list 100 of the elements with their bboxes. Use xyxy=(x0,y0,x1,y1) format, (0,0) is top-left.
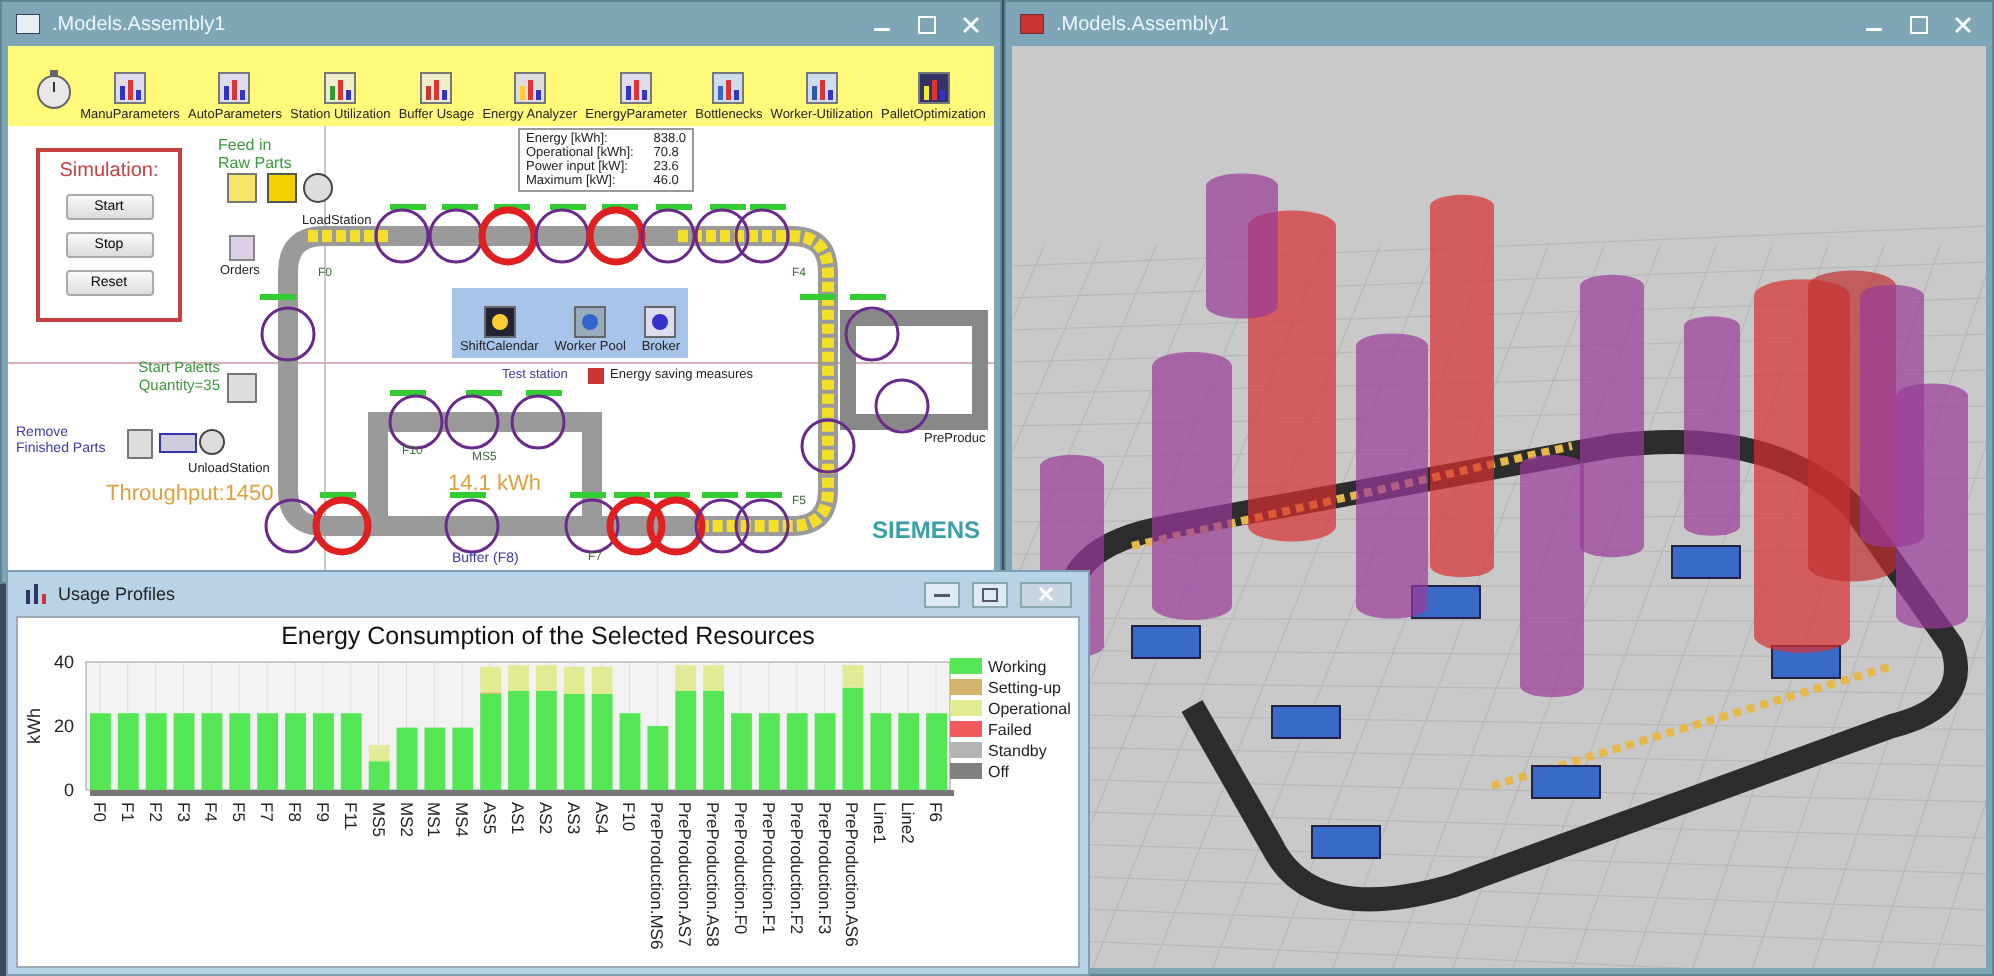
window-title: Usage Profiles xyxy=(58,584,178,604)
chart-bar xyxy=(758,713,780,790)
station-marker[interactable] xyxy=(444,394,500,450)
chart-bar xyxy=(90,713,111,790)
feed-label: Feed in Raw Parts xyxy=(218,136,294,173)
close-icon xyxy=(961,15,979,33)
station-marker[interactable] xyxy=(510,394,566,450)
chart-bar xyxy=(424,727,446,790)
minimize-icon xyxy=(934,590,950,598)
chart-bar xyxy=(647,726,669,790)
x-tick-label: F4 xyxy=(201,802,222,822)
chart-bar xyxy=(285,713,306,790)
station-marker[interactable] xyxy=(734,498,790,554)
station-marker[interactable] xyxy=(388,394,444,450)
station-marker[interactable] xyxy=(800,418,856,474)
station-marker[interactable] xyxy=(694,498,750,554)
chart-bar xyxy=(229,713,251,790)
legend-label: Off xyxy=(988,763,1010,781)
chart-bar xyxy=(340,713,362,790)
station-marker[interactable] xyxy=(640,208,696,264)
chart-bar xyxy=(731,713,752,790)
x-tick-label: F0 xyxy=(89,802,110,822)
x-tick-label: PreProduction.MS6 xyxy=(647,802,668,950)
maximize-icon xyxy=(982,587,998,601)
station-marker[interactable] xyxy=(478,206,538,266)
x-tick-label: AS5 xyxy=(480,802,501,835)
bar-chart-icon xyxy=(420,72,453,104)
chart-title: Energy Consumption of the Selected Resources xyxy=(281,620,815,650)
chart-bar xyxy=(145,713,167,790)
energy-total-value: 14.1 kWh xyxy=(448,472,541,498)
close-icon xyxy=(1038,586,1054,602)
x-tick-label: Line1 xyxy=(870,802,891,844)
simulation-title: Simulation: xyxy=(59,160,159,182)
chart-bar xyxy=(619,713,641,790)
station-marker[interactable] xyxy=(312,496,372,556)
chart-icon xyxy=(24,584,46,604)
chart-bar xyxy=(786,713,808,790)
legend-label: Standby xyxy=(988,742,1047,760)
bar-chart-icon xyxy=(324,72,357,104)
station-marker[interactable] xyxy=(646,496,706,556)
x-tick-label: PreProduction.F2 xyxy=(786,802,807,935)
maximize-button[interactable] xyxy=(972,581,1008,607)
x-tick-label: PreProduction.F3 xyxy=(814,802,835,935)
bar-chart-icon xyxy=(712,72,745,104)
x-tick-label: F5 xyxy=(229,802,250,822)
station-marker[interactable] xyxy=(874,378,930,434)
x-tick-label: PreProduction.AS8 xyxy=(703,802,724,947)
station-marker[interactable] xyxy=(844,306,900,362)
maximize-icon xyxy=(917,15,935,33)
window-app-icon xyxy=(16,14,40,34)
station-marker[interactable] xyxy=(428,208,484,264)
x-tick-label: PreProduction.AS6 xyxy=(842,802,863,947)
x-tick-label: PreProduction.F0 xyxy=(730,802,751,935)
station-marker[interactable] xyxy=(534,208,590,264)
station-marker[interactable] xyxy=(694,208,750,264)
station-marker[interactable] xyxy=(444,498,500,554)
chart-bar xyxy=(926,713,947,790)
chart-bar xyxy=(257,713,279,790)
x-tick-label: F7 xyxy=(257,802,278,822)
x-tick-label: F8 xyxy=(285,802,306,822)
stopwatch-icon[interactable] xyxy=(36,70,72,110)
x-tick-label: AS3 xyxy=(563,802,584,835)
x-tick-label: PreProduction.AS7 xyxy=(675,802,696,947)
y-tick-label: 20 xyxy=(53,716,74,736)
x-tick-label: F11 xyxy=(340,802,361,831)
station-marker[interactable] xyxy=(374,208,430,264)
chart-bar xyxy=(870,713,892,790)
y-tick-label: 40 xyxy=(53,652,74,672)
x-tick-label: F1 xyxy=(117,802,138,822)
chart-bar xyxy=(201,713,223,790)
legend-label: Setting-up xyxy=(988,679,1061,697)
legend-label: Working xyxy=(988,658,1047,676)
window-title: .Models.Assembly1 xyxy=(1056,13,1232,35)
x-tick-label: F6 xyxy=(926,802,947,822)
x-tick-label: MS5 xyxy=(368,802,389,837)
x-tick-label: AS4 xyxy=(591,802,612,835)
station-marker[interactable] xyxy=(586,206,646,266)
x-tick-label: MS4 xyxy=(452,802,473,837)
minimize-button[interactable] xyxy=(924,581,960,607)
station-marker[interactable] xyxy=(606,496,666,556)
station-marker[interactable] xyxy=(734,208,790,264)
chart-bar xyxy=(117,713,139,790)
x-tick-label: MS2 xyxy=(396,802,417,837)
x-tick-label: F2 xyxy=(145,802,166,822)
x-tick-label: MS1 xyxy=(424,802,445,837)
raw-parts-source-drawing xyxy=(227,173,333,203)
x-tick-label: Line2 xyxy=(898,802,919,844)
brand-logo-text: SIEMENS xyxy=(872,518,981,546)
window-app-icon xyxy=(1020,14,1044,34)
station-marker[interactable] xyxy=(260,306,316,362)
station-marker[interactable] xyxy=(564,498,620,554)
window-title: .Models.Assembly1 xyxy=(52,13,228,35)
y-axis-label: kWh xyxy=(24,708,44,744)
chart-bar xyxy=(312,713,334,790)
chart-bar xyxy=(898,713,920,790)
x-tick-label: F9 xyxy=(312,802,333,822)
x-tick-label: AS2 xyxy=(535,802,556,835)
chart-bar xyxy=(814,713,836,790)
throughput-value: Throughput:1450 xyxy=(106,482,274,508)
x-tick-label: AS1 xyxy=(508,802,528,835)
